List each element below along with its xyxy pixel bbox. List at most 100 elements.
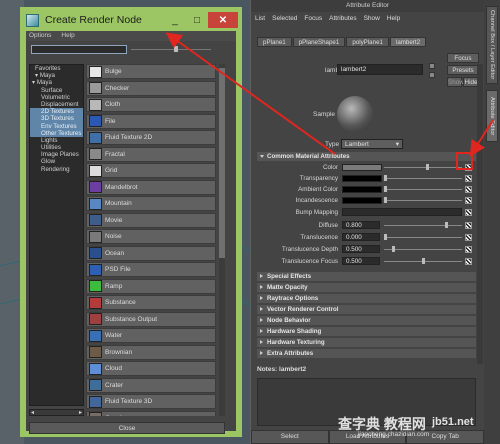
tab-pplane1[interactable]: pPlane1 [257,37,292,47]
attr-slider[interactable] [384,189,462,190]
map-texture-button[interactable] [465,222,472,229]
map-texture-button[interactable] [465,234,472,241]
tree-item[interactable]: Surface [30,87,83,94]
node-button[interactable]: Checker [86,80,216,96]
node-list-scrollbar[interactable] [219,64,225,416]
map-texture-button[interactable] [465,246,472,253]
node-button[interactable]: Fluid Texture 2D [86,130,216,145]
tree-item[interactable]: Image Planes [30,151,83,158]
node-button[interactable]: Granite [86,410,216,416]
node-button[interactable]: PSD File [86,262,216,277]
slider-handle[interactable] [444,222,448,228]
node-button[interactable]: Grid [86,163,216,178]
attribute-scrollbar[interactable] [477,64,483,364]
slider-handle[interactable] [384,234,387,240]
color-swatch[interactable] [342,164,382,171]
tree-item[interactable]: Env Textures [30,122,83,130]
node-button[interactable]: Fractal [86,146,216,162]
tree-item[interactable]: Utilities [30,144,83,151]
node-button[interactable]: Bulge [86,64,216,79]
tree-item[interactable]: 3D Textures [30,115,83,123]
node-button[interactable]: Movie [86,212,216,228]
node-button[interactable]: File [86,113,216,129]
slider-handle[interactable] [422,258,425,264]
color-swatch[interactable] [342,186,382,193]
bump-mapping-field[interactable] [342,208,462,216]
collapsed-section[interactable]: Extra Attributes [257,349,476,358]
collapsed-section[interactable]: Node Behavior [257,316,476,325]
color-swatch[interactable] [342,197,382,204]
map-texture-button[interactable] [465,175,472,182]
slider-handle[interactable] [391,246,395,252]
tree-item[interactable]: Favorites [30,65,83,72]
menu-selected[interactable]: Selected [272,12,297,26]
menu-attributes[interactable]: Attributes [329,12,356,26]
collapsed-section[interactable]: Vector Renderer Control [257,305,476,314]
presets-button[interactable]: Presets [447,65,479,75]
attr-slider[interactable] [384,237,462,238]
node-button[interactable]: Cloth [86,97,216,112]
tab-channel-box[interactable]: Channel Box / Layer Editor [486,6,498,84]
menu-show[interactable]: Show [364,12,380,26]
tab-pplaneshape1[interactable]: pPlaneShape1 [292,37,346,47]
notes-textarea[interactable] [257,378,476,426]
attr-slider[interactable] [384,167,462,168]
value-field[interactable]: 0.800 [342,221,380,229]
section-common-material[interactable]: Common Material Attributes [257,152,476,161]
output-connection-icon[interactable] [429,72,435,78]
collapsed-section[interactable]: Hardware Shading [257,327,476,336]
slider-handle[interactable] [384,186,387,192]
node-button[interactable]: Substance Output [86,311,216,327]
node-button[interactable]: Fluid Texture 3D [86,394,216,409]
scroll-left-icon[interactable]: ◂ [31,410,34,416]
filter-input[interactable] [31,45,127,54]
show-button[interactable]: Show [447,77,464,87]
focus-button[interactable]: Focus [447,53,479,63]
tree-item[interactable]: Volumetric [30,94,83,101]
maximize-button[interactable]: □ [186,12,208,28]
map-texture-button[interactable] [465,186,472,193]
tab-lambert2[interactable]: lambert2 [389,37,427,47]
node-button[interactable]: Brownian [86,344,216,360]
menu-help[interactable]: Help [61,31,74,41]
collapsed-section[interactable]: Matte Opacity [257,283,476,292]
node-button[interactable]: Ocean [86,245,216,261]
collapsed-section[interactable]: Hardware Texturing [257,338,476,347]
load-attributes-button[interactable]: Load Attributes [328,430,407,444]
tree-item[interactable]: Glow [30,158,83,165]
collapsed-section[interactable]: Raytrace Options [257,294,476,303]
slider-handle[interactable] [174,46,178,52]
menu-help[interactable]: Help [387,12,400,26]
scroll-right-icon[interactable]: ▸ [79,410,82,416]
window-titlebar[interactable]: Create Render Node _ □ ✕ [22,9,240,31]
menu-list[interactable]: List [255,12,265,26]
menu-focus[interactable]: Focus [304,12,322,26]
tab-attribute-editor[interactable]: Attribute Editor [486,90,498,142]
tree-item[interactable]: Other Textures [30,129,83,137]
close-button[interactable]: Close [29,422,225,434]
type-dropdown[interactable]: Lambert ▾ [341,139,403,149]
color-swatch[interactable] [342,175,382,182]
tree-item[interactable]: Displacement [30,101,83,108]
scrollbar-thumb[interactable] [219,68,225,258]
map-texture-button[interactable] [465,209,472,216]
map-texture-button[interactable] [465,197,472,204]
tree-item[interactable]: Rendering [30,166,83,173]
collapsed-section[interactable]: Special Effects [257,272,476,281]
tree-item[interactable]: ▾ Maya [30,72,83,79]
node-button[interactable]: Mountain [86,196,216,211]
node-button[interactable]: Water [86,328,216,343]
close-window-button[interactable]: ✕ [208,12,238,28]
node-button[interactable]: Substance [86,295,216,310]
tab-polyplane1[interactable]: polyPlane1 [346,37,389,47]
node-button[interactable]: Crater [86,377,216,393]
node-button[interactable]: Cloud [86,361,216,376]
node-button[interactable]: Mandelbrot [86,179,216,195]
tree-horizontal-scrollbar[interactable]: ◂ ▸ [29,409,84,416]
slider-handle[interactable] [384,197,387,203]
attr-slider[interactable] [384,178,462,179]
map-texture-button[interactable] [465,258,472,265]
value-field[interactable]: 0.500 [342,245,380,253]
tree-item[interactable]: ▾ Maya [30,79,83,86]
icon-size-slider[interactable] [131,49,211,50]
